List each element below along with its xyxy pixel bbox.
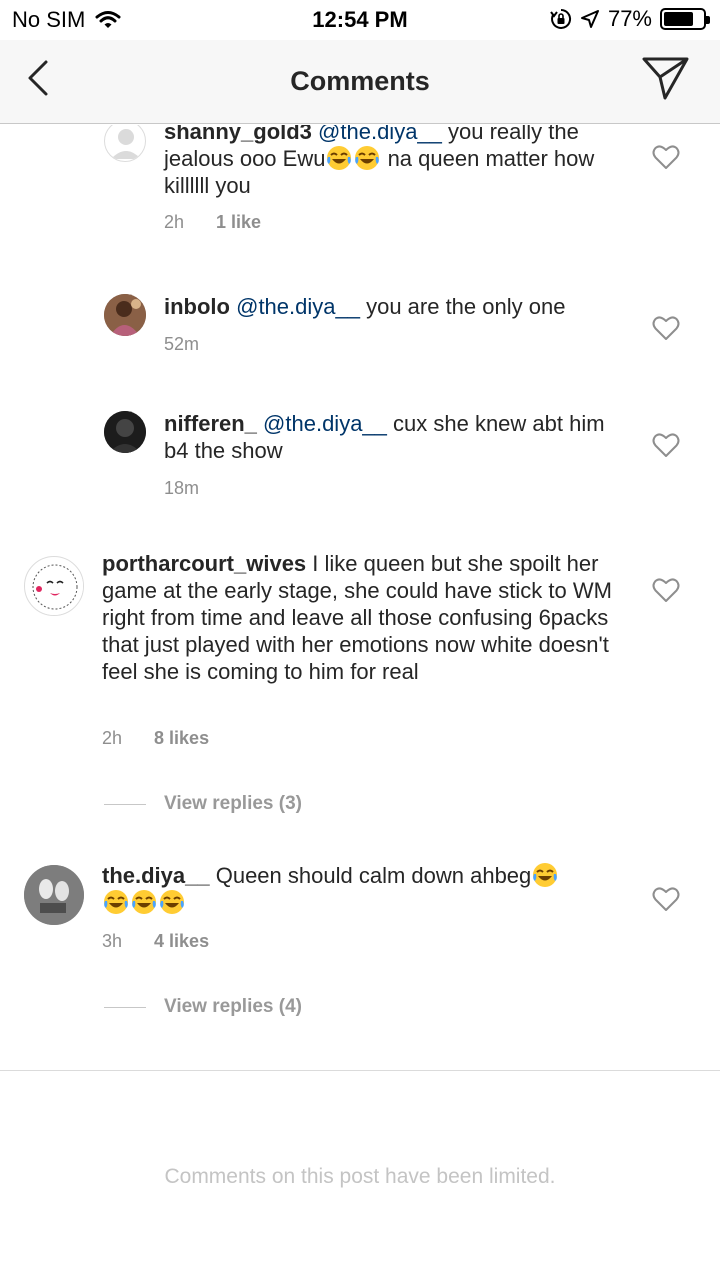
comment-item: portharcourt_wives I like queen but she … [0, 550, 720, 823]
avatar[interactable] [104, 294, 146, 336]
comments-limited-notice: Comments on this post have been limited. [164, 1165, 556, 1188]
comment-meta: 2h 1 like [164, 212, 261, 233]
avatar-photo [104, 411, 146, 453]
battery-cap [706, 16, 710, 24]
comment-text: portharcourt_wives I like queen but she … [102, 550, 622, 685]
heart-outline-icon[interactable] [652, 144, 680, 170]
comment-text: nifferen_ @the.diya__ cux she knew abt h… [164, 410, 624, 464]
battery-fill [664, 12, 694, 26]
comment-time: 2h [102, 728, 123, 748]
tears-of-joy-emoji [533, 863, 558, 887]
comment-text: shanny_gold3 @the.diya__ you really the … [164, 125, 624, 199]
battery-icon [660, 8, 710, 30]
navigation-bar: Comments [0, 40, 720, 124]
orientation-lock-icon [550, 8, 571, 29]
comment-meta: 52m [164, 334, 199, 355]
tears-of-joy-emoji [327, 146, 352, 170]
battery-percent: 77% [607, 6, 652, 31]
comment-username[interactable]: shanny_gold3 [164, 125, 312, 144]
comments-limited-footer: Comments on this post have been limited. [0, 1070, 720, 1280]
avatar[interactable] [24, 556, 84, 616]
tears-of-joy-emoji [355, 146, 380, 170]
comments-list[interactable]: shanny_gold3 @the.diya__ you really the … [0, 125, 720, 1070]
comment-time: 52m [164, 334, 200, 354]
comment-username[interactable]: nifferen_ [164, 411, 257, 436]
comment-meta: 2h 8 likes [102, 728, 209, 749]
status-right: 77% [550, 6, 710, 32]
view-replies-button[interactable]: View replies (4) [104, 996, 302, 1018]
avatar-photo [104, 294, 146, 336]
comment-item: shanny_gold3 @the.diya__ you really the … [0, 125, 720, 250]
comment-text: inbolo @the.diya__ you are the only one [164, 293, 624, 320]
like-count[interactable]: 4 likes [154, 931, 209, 952]
comment-meta: 3h 4 likes [102, 931, 209, 952]
heart-outline-icon[interactable] [652, 886, 680, 912]
comment-mention[interactable]: @the.diya__ [236, 294, 360, 319]
location-icon [580, 10, 599, 28]
comment-text: the.diya__ Queen should calm down ahbeg [102, 862, 622, 916]
avatar-photo [24, 865, 84, 925]
comment-item: inbolo @the.diya__ you are the only one … [0, 291, 720, 371]
status-bar: No SIM 12:54 PM 77% [0, 0, 720, 40]
comment-username[interactable]: the.diya__ [102, 863, 210, 888]
comment-body: you are the only one [359, 294, 566, 319]
view-replies-button[interactable]: View replies (3) [104, 793, 302, 815]
paper-plane-icon[interactable] [640, 54, 692, 102]
comment-username[interactable]: inbolo [164, 294, 230, 319]
comment-time: 2h [164, 212, 185, 232]
avatar[interactable] [24, 865, 84, 925]
tears-of-joy-emoji [160, 890, 184, 914]
tears-of-joy-emoji [104, 890, 128, 914]
comment-body: Queen should calm down ahbeg [209, 863, 532, 888]
tears-of-joy-emoji [132, 890, 156, 914]
comment-mention[interactable]: @the.diya__ [318, 125, 442, 144]
heart-outline-icon[interactable] [652, 577, 680, 603]
comment-username[interactable]: portharcourt_wives [102, 551, 306, 576]
replies-divider [104, 1006, 146, 1008]
replies-divider [104, 803, 146, 805]
view-replies-label: View replies (4) [164, 996, 302, 1017]
like-count[interactable]: 8 likes [154, 728, 209, 749]
page-title: Comments [290, 66, 430, 96]
comment-meta: 18m [164, 478, 199, 499]
like-count[interactable]: 1 like [216, 212, 261, 233]
comment-item: the.diya__ Queen should calm down ahbeg … [0, 862, 720, 1062]
portharcourt-wives-logo [26, 558, 83, 615]
view-replies-label: View replies (3) [164, 793, 302, 814]
avatar[interactable] [104, 125, 146, 162]
comment-time: 18m [164, 478, 200, 498]
heart-outline-icon[interactable] [652, 315, 680, 341]
comment-time: 3h [102, 931, 123, 951]
default-avatar-icon [111, 129, 141, 159]
comment-item: nifferen_ @the.diya__ cux she knew abt h… [0, 408, 720, 508]
heart-outline-icon[interactable] [652, 432, 680, 458]
comment-mention[interactable]: @the.diya__ [263, 411, 387, 436]
avatar[interactable] [104, 411, 146, 453]
